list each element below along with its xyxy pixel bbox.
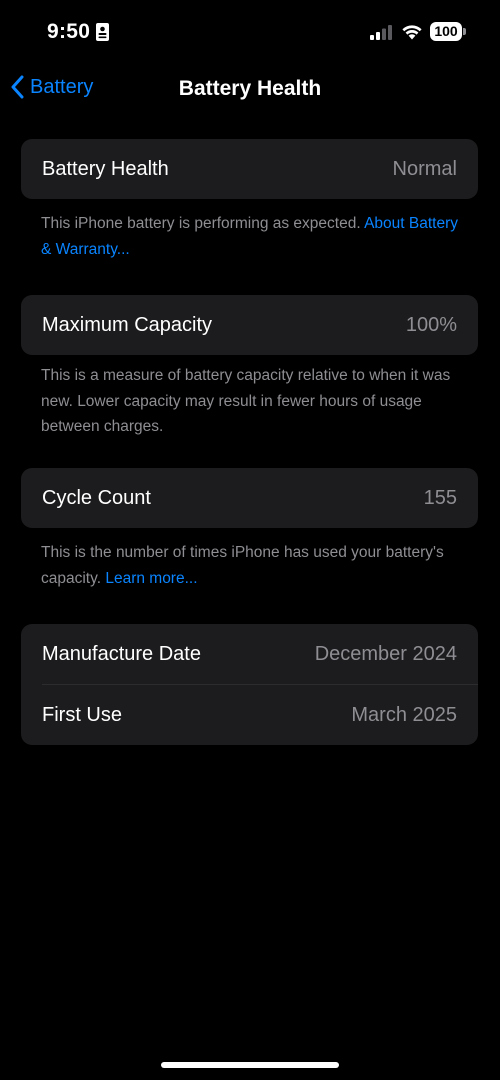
status-right-group: 100 [370, 22, 466, 41]
learn-more-link[interactable]: Learn more... [105, 570, 197, 587]
maximum-capacity-footnote-text: This is a measure of battery capacity re… [41, 367, 451, 435]
first-use-row: First Use March 2025 [21, 685, 478, 745]
page-title: Battery Health [178, 77, 322, 100]
cycle-count-footnote: This is the number of times iPhone has u… [41, 540, 461, 591]
cycle-count-label: Cycle Count [42, 486, 151, 509]
first-use-label: First Use [42, 703, 122, 726]
cycle-count-row: Cycle Count 155 [21, 468, 478, 528]
cycle-count-group: Cycle Count 155 [21, 468, 478, 528]
battery-icon: 100 [430, 22, 466, 41]
battery-health-value: Normal [392, 157, 457, 180]
maximum-capacity-label: Maximum Capacity [42, 313, 213, 336]
battery-health-row: Battery Health Normal [21, 139, 478, 199]
dates-group: Manufacture Date December 2024 First Use… [21, 624, 478, 745]
wifi-icon [402, 24, 422, 39]
status-time-group: 9:50 [47, 20, 110, 44]
manufacture-date-value: December 2024 [314, 642, 457, 665]
battery-nub [463, 28, 466, 35]
first-use-value: March 2025 [351, 703, 457, 726]
navigation-bar: Battery Battery Health [0, 66, 500, 112]
home-indicator[interactable] [161, 1062, 339, 1068]
id-card-icon [96, 23, 110, 41]
battery-health-footnote: This iPhone battery is performing as exp… [41, 211, 461, 262]
battery-health-group: Battery Health Normal [21, 139, 478, 199]
battery-health-footnote-text: This iPhone battery is performing as exp… [41, 215, 365, 232]
battery-level: 100 [430, 22, 462, 41]
signal-icon [370, 24, 392, 40]
maximum-capacity-footnote: This is a measure of battery capacity re… [41, 363, 461, 440]
status-time: 9:50 [47, 20, 91, 43]
cycle-count-footnote-text: This is the number of times iPhone has u… [41, 544, 444, 587]
status-bar: 9:50 100 [0, 0, 500, 66]
maximum-capacity-row: Maximum Capacity 100% [21, 295, 478, 355]
cycle-count-value: 155 [423, 486, 457, 509]
manufacture-date-row: Manufacture Date December 2024 [21, 624, 478, 684]
maximum-capacity-group: Maximum Capacity 100% [21, 295, 478, 355]
battery-health-label: Battery Health [42, 157, 169, 180]
maximum-capacity-value: 100% [405, 313, 457, 336]
manufacture-date-label: Manufacture Date [42, 642, 201, 665]
